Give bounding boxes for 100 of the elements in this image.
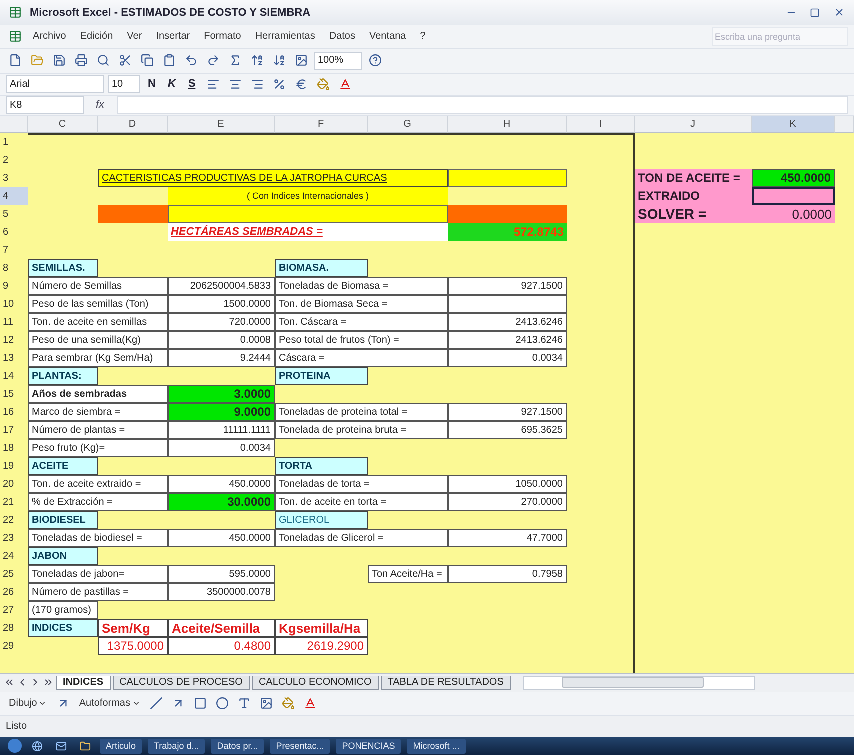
row-header[interactable]: 5 xyxy=(0,205,28,224)
bold-button[interactable]: N xyxy=(144,76,160,92)
row-header[interactable]: 23 xyxy=(0,529,28,548)
row-header[interactable]: 12 xyxy=(0,331,28,350)
table-cell: 270.0000 xyxy=(448,493,567,512)
table-cell: JABON xyxy=(28,547,98,566)
menu-item[interactable]: Ventana xyxy=(364,31,412,42)
row-header[interactable]: 24 xyxy=(0,547,28,566)
sheet-tab[interactable]: TABLA DE RESULTADOS xyxy=(380,676,511,690)
table-cell: Ton. de Biomasa Seca = xyxy=(275,295,448,314)
first-sheet-icon[interactable] xyxy=(4,677,15,688)
sheet-tab[interactable]: INDICES xyxy=(56,676,111,690)
row-header[interactable]: 4 xyxy=(0,187,28,206)
taskbar-item[interactable]: Microsoft ... xyxy=(407,738,466,754)
column-header[interactable]: G xyxy=(368,116,448,134)
table-cell: TORTA xyxy=(275,457,368,476)
table-cell: 595.0000 xyxy=(168,565,275,584)
row-header[interactable]: 16 xyxy=(0,403,28,422)
taskbar-item[interactable]: Presentac... xyxy=(270,738,330,754)
table-cell: Número de Semillas xyxy=(28,277,168,296)
window-title: Microsoft Excel - ESTIMADOS DE COSTO Y SIEMBRA xyxy=(30,6,312,19)
menu-item[interactable]: Ver xyxy=(122,31,148,42)
table-cell: 3.0000 xyxy=(168,385,275,404)
row-header[interactable]: 6 xyxy=(0,223,28,242)
table-cell: 1500.0000 xyxy=(168,295,275,314)
column-header[interactable]: D xyxy=(98,116,168,134)
column-header[interactable]: C xyxy=(28,116,98,134)
table-cell: Toneladas de jabon= xyxy=(28,565,168,584)
row-header[interactable]: 20 xyxy=(0,475,28,494)
column-header[interactable]: J xyxy=(635,116,752,134)
font-field[interactable]: Arial xyxy=(6,75,104,94)
start-button[interactable] xyxy=(8,739,22,754)
table-cell: % de Extracción = xyxy=(28,493,168,512)
row-header[interactable]: 21 xyxy=(0,493,28,512)
column-header[interactable]: H xyxy=(448,116,567,134)
table-cell: 2619.2900 xyxy=(275,637,368,656)
row-header[interactable]: 27 xyxy=(0,601,28,620)
help-field[interactable]: Escriba una pregunta xyxy=(712,27,848,46)
row-header[interactable]: 26 xyxy=(0,583,28,602)
row-header[interactable]: 11 xyxy=(0,313,28,332)
menu-item[interactable]: Archivo xyxy=(28,31,72,42)
table-cell: Años de sembradas xyxy=(28,385,168,404)
table-cell: 0.0008 xyxy=(168,331,275,350)
font-size-field[interactable]: 10 xyxy=(108,75,140,94)
column-header[interactable]: E xyxy=(168,116,275,134)
taskbar-item[interactable]: PONENCIAS xyxy=(336,738,402,754)
table-cell: Sem/Kg xyxy=(98,619,168,638)
sheet-tab[interactable]: CALCULOS DE PROCESO xyxy=(112,676,250,690)
last-sheet-icon[interactable] xyxy=(43,677,54,688)
column-header[interactable]: F xyxy=(275,116,368,134)
table-cell: Toneladas de biodiesel = xyxy=(28,529,168,548)
row-header[interactable]: 14 xyxy=(0,367,28,386)
menu-item[interactable]: ? xyxy=(415,31,431,42)
row-header[interactable]: 3 xyxy=(0,169,28,188)
row-header[interactable]: 28 xyxy=(0,619,28,638)
menu-item[interactable]: Formato xyxy=(199,31,246,42)
formula-field[interactable] xyxy=(116,96,848,114)
menu-item[interactable]: Edición xyxy=(75,31,118,42)
row-header[interactable]: 22 xyxy=(0,511,28,530)
draw-menu-button[interactable]: Dibujo xyxy=(6,698,50,709)
table-cell: Peso total de frutos (Ton) = xyxy=(275,331,448,350)
table-cell: Ton Aceite/Ha = xyxy=(368,565,448,584)
table-cell: 1375.0000 xyxy=(98,637,168,656)
table-cell: 450.0000 xyxy=(168,475,275,494)
scroll-thumb[interactable] xyxy=(562,677,704,688)
column-header[interactable]: K xyxy=(752,116,835,134)
row-header[interactable]: 17 xyxy=(0,421,28,440)
zoom-field[interactable]: 100% xyxy=(314,52,362,70)
function-label[interactable]: fx xyxy=(88,99,113,112)
taskbar-item[interactable]: Datos pr... xyxy=(211,738,264,754)
name-box[interactable]: K8 xyxy=(6,96,84,114)
table-cell: 927.1500 xyxy=(448,277,567,296)
row-header[interactable]: 9 xyxy=(0,277,28,296)
row-header[interactable]: 7 xyxy=(0,241,28,260)
row-header[interactable]: 8 xyxy=(0,259,28,278)
row-header[interactable]: 29 xyxy=(0,637,28,656)
menu-item[interactable]: Insertar xyxy=(151,31,196,42)
row-header[interactable]: 13 xyxy=(0,349,28,368)
underline-button[interactable]: S xyxy=(184,76,200,92)
menu-item[interactable]: Herramientas xyxy=(250,31,320,42)
table-cell: Marco de siembra = xyxy=(28,403,168,422)
table-cell: (170 gramos) xyxy=(28,601,98,620)
row-header[interactable]: 2 xyxy=(0,151,28,170)
table-cell: Toneladas de Glicerol = xyxy=(275,529,448,548)
menu-item[interactable]: Datos xyxy=(324,31,360,42)
italic-button[interactable]: K xyxy=(164,76,180,92)
sheet-tab[interactable]: CALCULO ECONOMICO xyxy=(252,676,379,690)
row-header[interactable]: 25 xyxy=(0,565,28,584)
taskbar-item[interactable]: Trabajo d... xyxy=(148,738,206,754)
row-header[interactable]: 1 xyxy=(0,133,28,152)
horizontal-scrollbar[interactable] xyxy=(522,676,755,690)
autoshapes-menu-button[interactable]: Autoformas xyxy=(76,698,144,709)
table-cell: SEMILLAS. xyxy=(28,259,98,278)
column-header[interactable]: I xyxy=(567,116,635,134)
row-header[interactable]: 15 xyxy=(0,385,28,404)
status-bar: Listo xyxy=(0,716,854,738)
row-header[interactable]: 19 xyxy=(0,457,28,476)
row-header[interactable]: 10 xyxy=(0,295,28,314)
row-header[interactable]: 18 xyxy=(0,439,28,458)
taskbar-item[interactable]: Articulo xyxy=(100,738,142,754)
